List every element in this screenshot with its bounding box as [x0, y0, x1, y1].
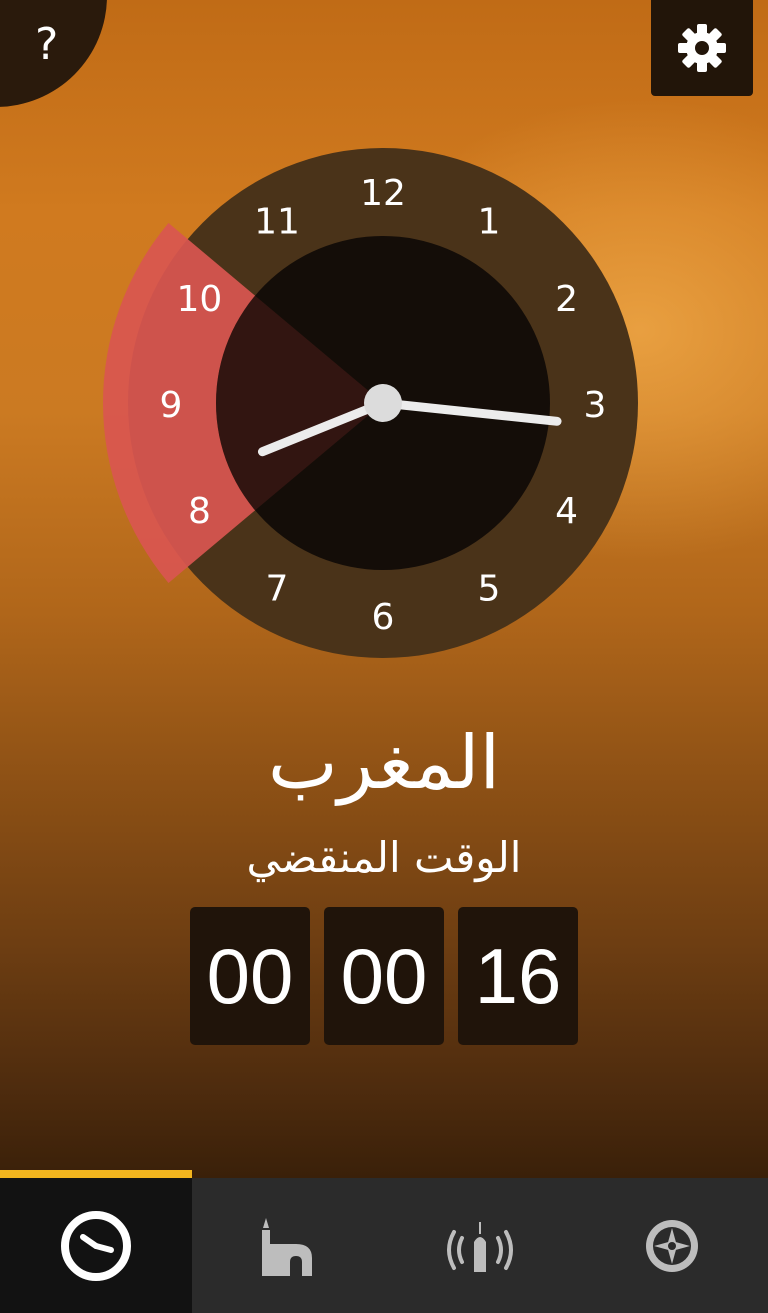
bottom-tab-bar	[0, 1170, 768, 1313]
elapsed-timer: 00 00 16	[190, 907, 578, 1045]
tab-adhan[interactable]	[384, 1178, 576, 1313]
elapsed-time-label: الوقت المنقضي	[246, 833, 522, 882]
clock-number-8: 8	[188, 491, 211, 532]
clock-center-cap	[364, 384, 402, 422]
clock-number-10: 10	[176, 279, 222, 320]
gear-icon	[678, 24, 726, 72]
clock-number-4: 4	[555, 491, 578, 532]
settings-button[interactable]	[651, 0, 753, 96]
clock-number-5: 5	[478, 569, 501, 610]
prayer-name: المغرب	[267, 720, 501, 806]
clock-number-12: 12	[360, 173, 406, 214]
clock-number-9: 9	[160, 385, 183, 426]
mosque-icon	[262, 1217, 312, 1276]
compass-icon	[646, 1219, 698, 1272]
timer-segment-1: 00	[190, 907, 310, 1045]
tab-clock[interactable]	[0, 1170, 192, 1313]
timer-segment-3: 16	[458, 907, 578, 1045]
help-icon: ?	[35, 19, 59, 70]
clock-number-7: 7	[266, 569, 289, 610]
clock-number-2: 2	[555, 279, 578, 320]
clock-number-6: 6	[372, 597, 395, 638]
prayer-clock: 12 1 2 3 4 5 6 7 8 9 10 11	[88, 140, 648, 670]
clock-number-1: 1	[478, 201, 501, 242]
adhan-broadcast-icon	[447, 1221, 513, 1272]
tab-mosques[interactable]	[192, 1178, 384, 1313]
clock-face-svg: 121234567891011	[103, 148, 638, 658]
help-button[interactable]: ?	[0, 0, 107, 107]
timer-segment-2: 00	[324, 907, 444, 1045]
clock-number-11: 11	[254, 201, 300, 242]
tab-qibla[interactable]	[576, 1178, 768, 1313]
clock-icon	[61, 1210, 131, 1281]
main-screen: ? 12 1 2 3 4 5 6 7 8 9 10 11 المغرب الوق…	[0, 0, 768, 1178]
clock-number-3: 3	[584, 385, 607, 426]
